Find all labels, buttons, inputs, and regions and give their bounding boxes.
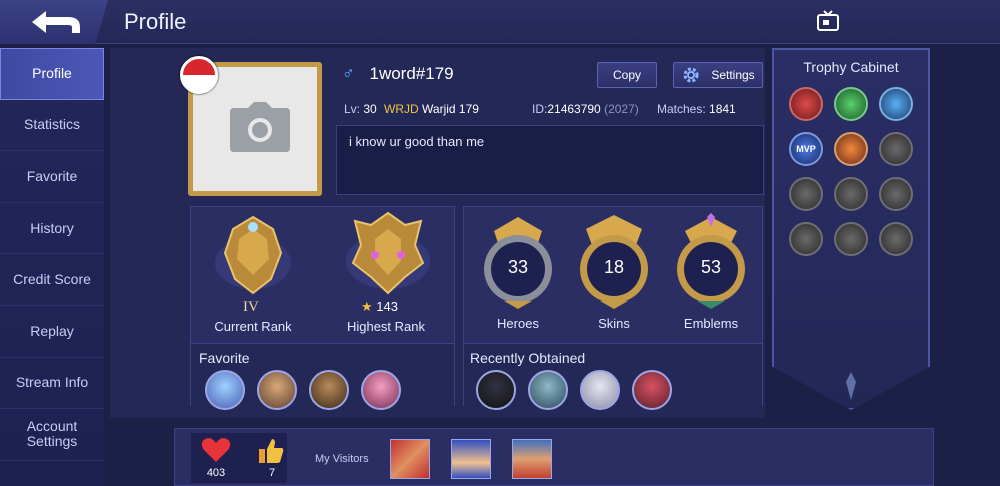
visitor-avatar[interactable] (512, 439, 552, 479)
thumbs-up-icon[interactable] (257, 437, 285, 465)
highest-rank-label: Highest Rank (346, 319, 426, 334)
trophy-cabinet-title: Trophy Cabinet (803, 59, 899, 75)
back-arrow-icon (32, 11, 80, 33)
my-visitors-label: My Visitors (315, 453, 369, 465)
trophy-locked-badge-icon[interactable] (879, 177, 913, 211)
trophy-locked-badge-icon[interactable] (789, 177, 823, 211)
trophy-orange-badge-icon[interactable] (834, 132, 868, 166)
sidebar: Profile Statistics Favorite History Cred… (0, 48, 104, 486)
recent-hero-avatar[interactable] (528, 370, 568, 410)
trophy-locked-badge-icon[interactable] (834, 177, 868, 211)
level-label: Lv: (344, 102, 361, 116)
trophy-locked-badge-icon[interactable] (879, 132, 913, 166)
matches-info: Matches: 1841 (657, 102, 736, 116)
sidebar-item-stream-info[interactable]: Stream Info (0, 358, 104, 410)
sidebar-item-account-settings[interactable]: Account Settings (0, 409, 104, 461)
favorite-hero-avatar[interactable] (205, 370, 245, 410)
country-flag-icon (180, 56, 218, 94)
current-rank-label: Current Rank (214, 319, 292, 334)
settings-button[interactable]: Settings (673, 62, 763, 88)
favorite-hero-avatar[interactable] (309, 370, 349, 410)
recently-obtained-title: Recently Obtained (470, 350, 586, 366)
squad-info[interactable]: WRJD Warjid 179 (384, 102, 479, 116)
id-info: ID:21463790 (2027) (532, 102, 639, 116)
signature-box[interactable]: i know ur good than me (336, 125, 764, 195)
tv-icon[interactable] (816, 10, 840, 37)
heroes-count: 33 (507, 257, 529, 277)
recent-hero-avatar[interactable] (632, 370, 672, 410)
favorite-heroes-strip: Favorite (191, 343, 454, 410)
sidebar-item-credit-score[interactable]: Credit Score (0, 254, 104, 306)
thumbs-count: 7 (268, 467, 276, 479)
server-value: (2027) (604, 102, 639, 116)
trophy-mvp-badge-icon[interactable]: MVP (789, 132, 823, 166)
trophy-red-badge-icon[interactable] (789, 87, 823, 121)
sidebar-item-replay[interactable]: Replay (0, 306, 104, 358)
heart-icon[interactable] (201, 437, 231, 463)
id-value: 21463790 (547, 102, 601, 116)
player-name-row: ♂ 1word#179 (342, 64, 454, 84)
trophy-team-badge-icon[interactable] (834, 87, 868, 121)
top-header: Profile (0, 0, 1000, 44)
id-label: ID: (532, 102, 548, 116)
emblems-label: Emblems (683, 316, 739, 331)
squad-tag: WRJD (384, 102, 419, 116)
sidebar-item-profile[interactable]: Profile (0, 48, 104, 100)
skins-label: Skins (598, 316, 630, 331)
page-title: Profile (124, 9, 187, 34)
collection-stats-panel[interactable]: 33 Heroes 18 Skins 53 Emblems Recently O… (463, 206, 763, 410)
player-name: 1word#179 (369, 64, 454, 83)
recent-hero-avatar[interactable] (476, 370, 516, 410)
current-rank-tier: IV (243, 299, 259, 315)
matches-value: 1841 (709, 102, 736, 116)
favorite-hero-avatar[interactable] (257, 370, 297, 410)
gear-icon (683, 67, 699, 83)
likes-count: 403 (206, 467, 226, 479)
emblems-count: 53 (700, 257, 722, 277)
highest-rank-medal-icon (346, 211, 430, 295)
camera-icon (230, 102, 290, 152)
trophy-locked-cup-icon[interactable] (789, 222, 823, 256)
back-button[interactable] (0, 0, 108, 44)
heroes-label: Heroes (497, 316, 539, 331)
sidebar-item-history[interactable]: History (0, 203, 104, 255)
visitor-avatar[interactable] (451, 439, 491, 479)
current-rank-medal-icon (215, 215, 291, 295)
highest-rank-stars: ★ 143 (361, 299, 398, 315)
favorite-hero-avatar[interactable] (361, 370, 401, 410)
settings-label: Settings (711, 68, 755, 82)
bottom-social-bar: 403 7 My Visitors (174, 428, 934, 486)
trophy-locked-badge-icon[interactable] (834, 222, 868, 256)
copy-button[interactable]: Copy (597, 62, 657, 88)
highest-stars-value: 143 (376, 299, 398, 314)
trophy-cabinet[interactable]: Trophy Cabinet MVP (772, 48, 930, 410)
trophy-locked-badge-icon[interactable] (879, 222, 913, 256)
sidebar-item-favorite[interactable]: Favorite (0, 151, 104, 203)
level-info: Lv: 30 (344, 102, 377, 116)
trophy-blue-badge-icon[interactable] (879, 87, 913, 121)
recent-hero-avatar[interactable] (580, 370, 620, 410)
skins-count: 18 (603, 257, 625, 277)
sidebar-item-statistics[interactable]: Statistics (0, 100, 104, 152)
squad-name: Warjid 179 (422, 102, 479, 116)
level-value: 30 (363, 102, 377, 116)
visitor-avatar[interactable] (390, 439, 430, 479)
favorite-title: Favorite (199, 350, 250, 366)
rank-panel[interactable]: IV Current Rank ★ 143 Highest Rank Favor… (190, 206, 455, 410)
cabinet-bottom-ornament (846, 372, 856, 400)
star-icon: ★ (361, 299, 373, 314)
gender-male-icon: ♂ (342, 64, 355, 83)
recently-obtained-strip: Recently Obtained (464, 343, 762, 410)
matches-label: Matches: (657, 102, 706, 116)
